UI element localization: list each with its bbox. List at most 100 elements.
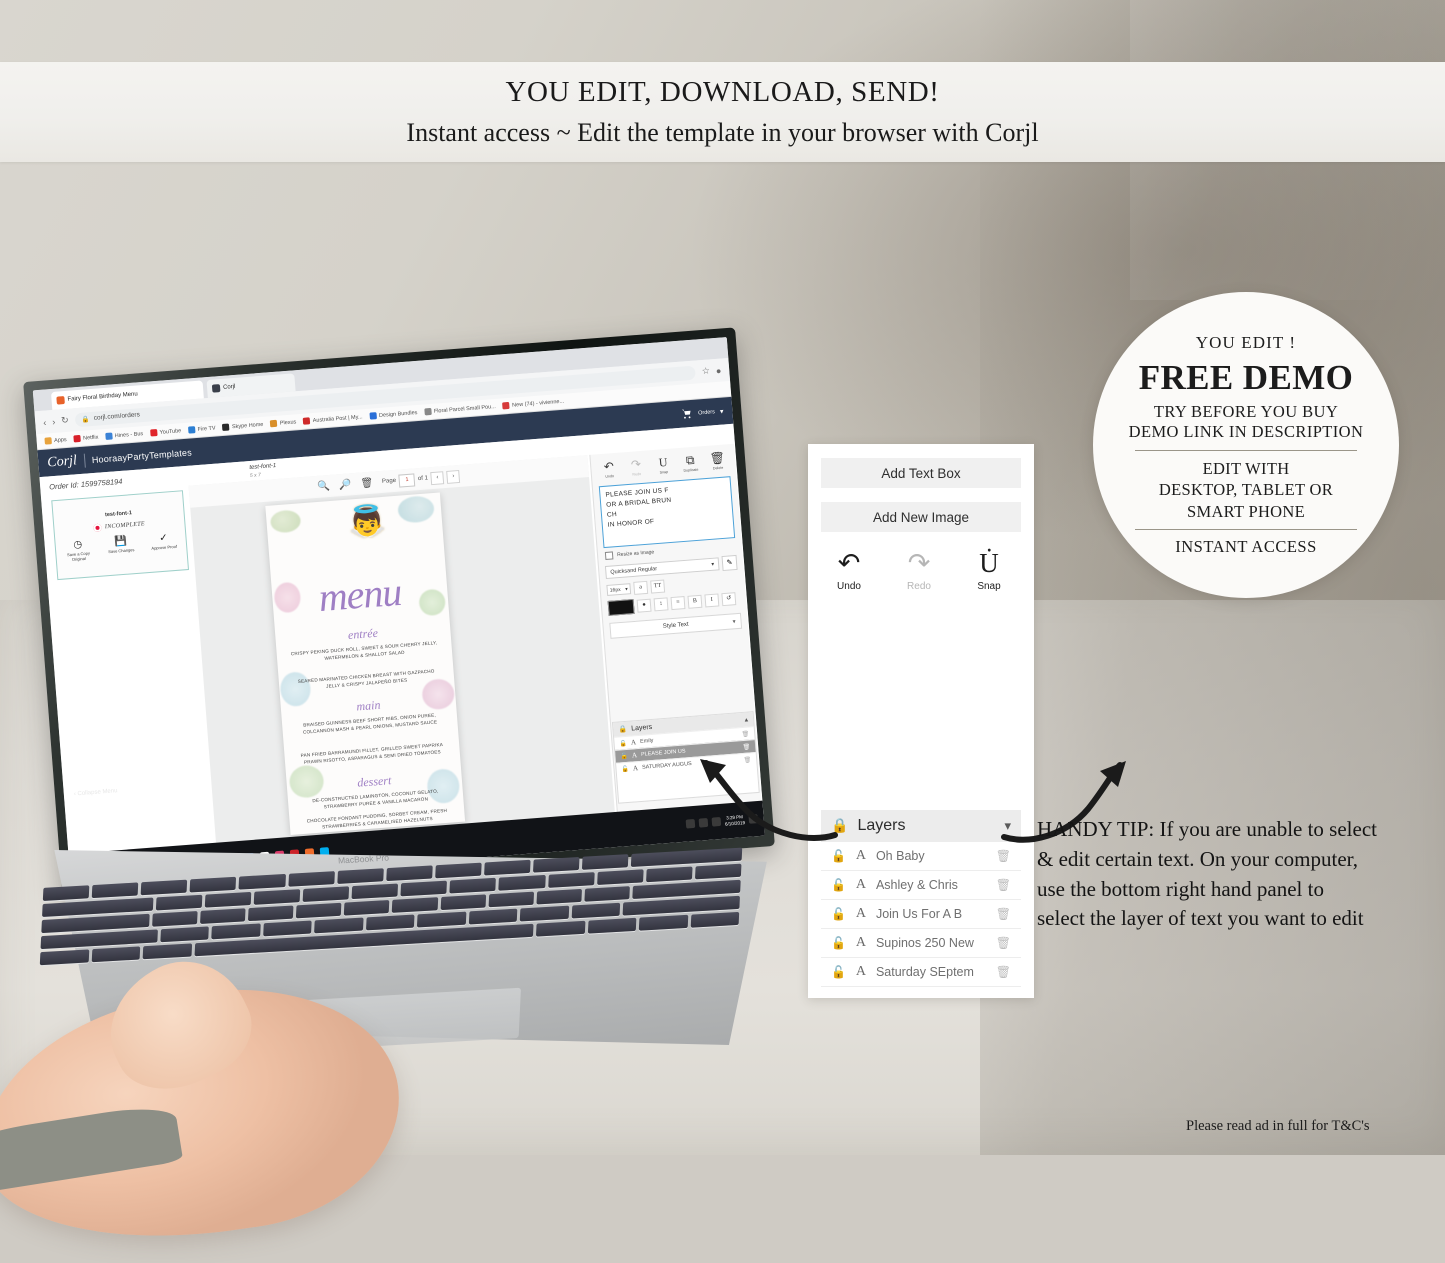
free-demo-badge: YOU EDIT ! FREE DEMO TRY BEFORE YOU BUY … <box>1093 292 1399 598</box>
layer-row[interactable]: 🔓 A Oh Baby 🗑 <box>821 842 1021 871</box>
section-item: PAN FRIED BARRAMUNDI FILLET, GRILLED SWE… <box>300 742 444 765</box>
document-size-label: 5 x 7 <box>249 472 262 480</box>
trash-icon[interactable]: 🗑 <box>996 878 1011 893</box>
menu-card-artwork[interactable]: 👼 menu entrée CRISPY PEKING DUCK ROLL, S… <box>265 492 466 835</box>
trash-icon[interactable]: 🗑 <box>996 907 1011 922</box>
text-edit-field[interactable]: PLEASE JOIN US F OR A BRIDAL BRUN CH IN … <box>598 476 736 549</box>
undo-button[interactable]: ↶ Undo <box>828 550 870 593</box>
lock-open-icon[interactable]: 🔓 <box>620 752 628 760</box>
demo-devices-1: EDIT WITH <box>1202 458 1290 478</box>
add-text-box-button[interactable]: Add Text Box <box>821 458 1021 488</box>
bookmark-item[interactable]: Hines - Bus <box>105 430 143 440</box>
resize-checkbox[interactable] <box>604 551 614 561</box>
up-chevron-icon[interactable] <box>685 818 696 829</box>
add-new-image-button[interactable]: Add New Image <box>821 502 1021 532</box>
bookmark-item[interactable]: Plexus <box>270 418 297 428</box>
lock-open-icon[interactable]: 🔓 <box>831 849 846 864</box>
page-number-input[interactable]: 1 <box>398 472 416 488</box>
save-changes-button[interactable]: 💾 Save Changes <box>105 536 136 555</box>
bookmark-item[interactable]: YouTube <box>149 427 182 437</box>
lock-open-icon[interactable]: 🔓 <box>831 965 846 980</box>
duplicate-button[interactable]: ⧉ Duplicate <box>677 453 704 473</box>
text-layer-icon: A <box>855 877 867 892</box>
lock-open-icon[interactable]: 🔓 <box>831 936 846 951</box>
bookmark-item[interactable]: Australia Post | My... <box>303 413 363 425</box>
back-icon[interactable]: ‹ <box>43 417 47 427</box>
layer-name: Join Us For A B <box>875 907 963 921</box>
lock-open-icon[interactable]: 🔓 <box>831 878 846 893</box>
layer-row[interactable]: 🔓 A Saturday SEptem 🗑 <box>821 958 1021 987</box>
redo-button[interactable]: ↷ Redo <box>623 457 650 477</box>
fill-color-icon[interactable]: ● <box>636 598 652 613</box>
bookmark-item[interactable]: New (74) - vivienne... <box>502 398 564 410</box>
align-icon[interactable]: ≡ <box>670 596 686 611</box>
trash-icon[interactable]: 🗑 <box>743 756 751 764</box>
trash-icon[interactable]: 🗑 <box>996 936 1011 951</box>
layers-panel-header[interactable]: 🔒 Layers ▾ <box>821 810 1021 842</box>
italic-icon[interactable]: I <box>704 593 720 608</box>
lock-open-icon[interactable]: 🔓 <box>619 739 627 747</box>
decrease-size-icon[interactable]: a <box>633 580 649 595</box>
thumbnail-actions: ◷ Save a Copy Original 💾 Save Changes ✓ … <box>62 533 179 563</box>
snap-button[interactable]: U Snap <box>650 455 677 475</box>
star-icon[interactable]: ☆ <box>701 365 710 377</box>
snap-button[interactable]: U̇ Snap <box>968 550 1010 593</box>
increase-size-icon[interactable]: TT <box>650 579 666 594</box>
zoom-in-icon[interactable]: 🔍 <box>317 480 330 492</box>
bookmark-item[interactable]: Netflix <box>73 434 99 443</box>
text-layer-icon: A <box>855 906 867 921</box>
shopping-cart-icon[interactable] <box>680 408 694 420</box>
approve-proof-button[interactable]: ✓ Approve Proof <box>148 533 179 552</box>
tool-label: Undo <box>605 474 615 479</box>
lock-open-icon[interactable]: 🔓 <box>621 765 629 773</box>
layer-row[interactable]: 🔓 A Ashley & Chris 🗑 <box>821 871 1021 900</box>
color-swatch[interactable] <box>607 598 635 616</box>
onedrive-icon[interactable] <box>698 817 709 828</box>
chevron-down-icon[interactable]: ▾ <box>1004 818 1011 834</box>
template-thumbnail-card[interactable]: test-font-1 INCOMPLETE ◷ Save a Copy Ori… <box>51 490 190 581</box>
trash-icon[interactable]: 🗑 <box>741 730 749 738</box>
chevron-down-icon: ▾ <box>711 561 715 568</box>
reload-icon[interactable]: ↻ <box>61 415 69 427</box>
taskbar-clock[interactable]: 3:29 PM 6/10/2019 <box>724 814 745 827</box>
zoom-out-icon[interactable]: 🔎 <box>339 479 352 491</box>
lock-open-icon[interactable]: 🔓 <box>831 907 846 922</box>
bookmark-item[interactable]: Floral Parcel Small Pou... <box>424 403 496 416</box>
curve-text-icon[interactable]: ↺ <box>721 592 737 607</box>
bookmark-item[interactable]: Skype Home <box>222 421 264 431</box>
inner-layers-title: Layers <box>630 723 653 733</box>
action-label: Approve Proof <box>151 544 178 552</box>
chevron-left-icon[interactable]: ‹ <box>430 470 445 485</box>
delete-button[interactable]: 🗑 Delete <box>704 451 731 471</box>
chevron-up-icon[interactable]: ▴ <box>744 716 748 724</box>
notifications-icon[interactable] <box>748 814 759 824</box>
collapse-menu-button[interactable]: ‹ Collapse Menu <box>74 788 118 797</box>
bookmark-item[interactable]: Fire TV <box>187 425 216 434</box>
trash-icon[interactable]: 🗑 <box>360 477 374 489</box>
trash-icon[interactable]: 🗑 <box>996 965 1011 980</box>
chevron-right-icon[interactable]: › <box>446 469 461 484</box>
style-text-dropdown[interactable]: Style Text ▾ <box>609 612 743 639</box>
clock-restore-icon: ◷ <box>73 539 83 552</box>
tool-label: Redo <box>907 581 931 592</box>
layer-row[interactable]: 🔓 A Join Us For A B 🗑 <box>821 900 1021 929</box>
undo-button[interactable]: ↶ Undo <box>595 459 622 479</box>
forward-icon[interactable]: › <box>52 416 56 426</box>
bold-icon[interactable]: B <box>687 594 703 609</box>
eyedropper-icon[interactable]: ✎ <box>721 554 738 572</box>
corjl-logo[interactable]: Corjl <box>47 453 78 471</box>
avatar-icon[interactable]: ● <box>715 365 721 375</box>
trash-icon[interactable]: 🗑 <box>996 849 1011 864</box>
lock-closed-icon: 🔒 <box>831 818 849 834</box>
chevron-down-icon[interactable]: ▾ <box>720 407 724 415</box>
font-size-select[interactable]: 16px ▾ <box>606 583 632 596</box>
bookmark-item[interactable]: Design Bundles <box>369 409 418 420</box>
text-layer-icon: A <box>632 764 639 773</box>
layer-row[interactable]: 🔓 A Supinos 250 New 🗑 <box>821 929 1021 958</box>
save-copy-original-button[interactable]: ◷ Save a Copy Original <box>62 540 94 563</box>
line-spacing-icon[interactable]: ↕ <box>653 597 669 612</box>
trash-icon[interactable]: 🗑 <box>742 743 750 751</box>
network-icon[interactable] <box>711 816 722 827</box>
redo-button[interactable]: ↷ Redo <box>898 550 940 593</box>
bookmark-item[interactable]: Apps <box>44 436 67 445</box>
